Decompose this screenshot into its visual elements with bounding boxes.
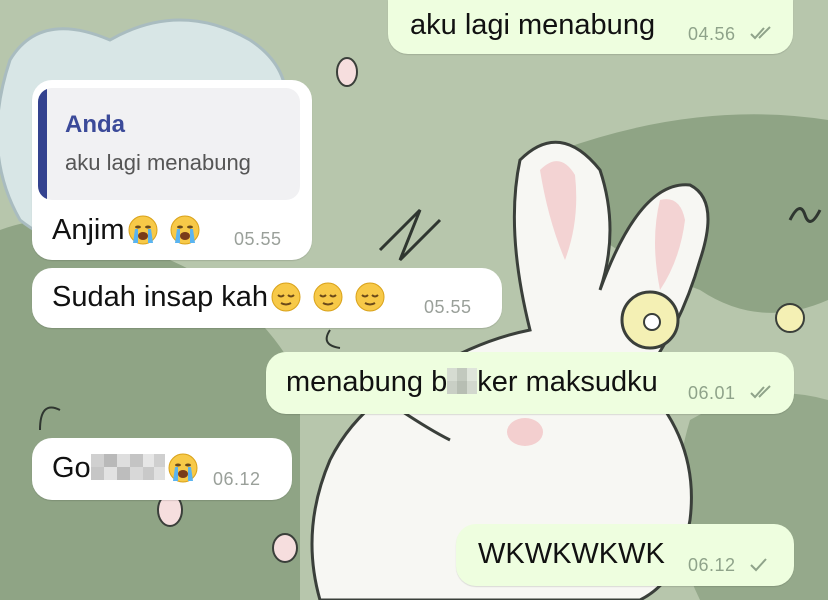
loudly-crying-face-icon	[168, 453, 198, 483]
double-check-icon	[750, 26, 771, 40]
relieved-face-icon	[355, 282, 385, 312]
message-text: WKWKWKWK	[478, 538, 665, 570]
message-time: 06.12	[688, 555, 736, 575]
message-time: 04.56	[688, 24, 736, 44]
message-outgoing[interactable]: aku lagi menabung 04.56	[388, 0, 793, 54]
redacted-blur	[447, 368, 478, 394]
reply-quote[interactable]: Anda aku lagi menabung	[38, 88, 300, 200]
message-text-before: Go	[52, 452, 91, 484]
message-incoming[interactable]: Go 06.12	[32, 438, 292, 500]
single-check-icon	[750, 558, 767, 572]
message-outgoing[interactable]: WKWKWKWK 06.12	[456, 524, 794, 586]
double-check-icon	[750, 385, 771, 399]
message-time: 05.55	[424, 297, 472, 317]
reply-sender-name: Anda	[65, 111, 125, 138]
reply-accent-bar	[38, 88, 47, 200]
message-text-line: menabung b ker maksudku	[286, 365, 658, 399]
relieved-face-icon	[271, 282, 301, 312]
message-outgoing[interactable]: menabung b ker maksudku 06.01	[266, 352, 794, 414]
redacted-blur	[90, 454, 165, 480]
message-text: aku lagi menabung	[410, 9, 656, 41]
message-incoming-reply[interactable]: Anda aku lagi menabung Anjim 05.55	[32, 80, 312, 260]
message-text-line: Go	[52, 451, 198, 485]
relieved-face-icon	[313, 282, 343, 312]
message-text: Sudah insap kah	[52, 281, 269, 313]
message-text: Anjim	[52, 214, 125, 246]
loudly-crying-face-icon	[128, 215, 158, 245]
message-text-before: menabung b	[286, 366, 448, 398]
message-incoming[interactable]: Sudah insap kah 05.55	[32, 268, 502, 328]
message-text-line: Sudah insap kah	[52, 280, 385, 314]
reply-text: aku lagi menabung	[65, 150, 251, 175]
message-time: 06.12	[213, 469, 261, 489]
loudly-crying-face-icon	[170, 215, 200, 245]
message-time: 05.55	[234, 229, 282, 249]
message-text-line: Anjim	[52, 213, 200, 247]
message-text-after: ker maksudku	[477, 366, 658, 398]
message-time: 06.01	[688, 383, 736, 403]
